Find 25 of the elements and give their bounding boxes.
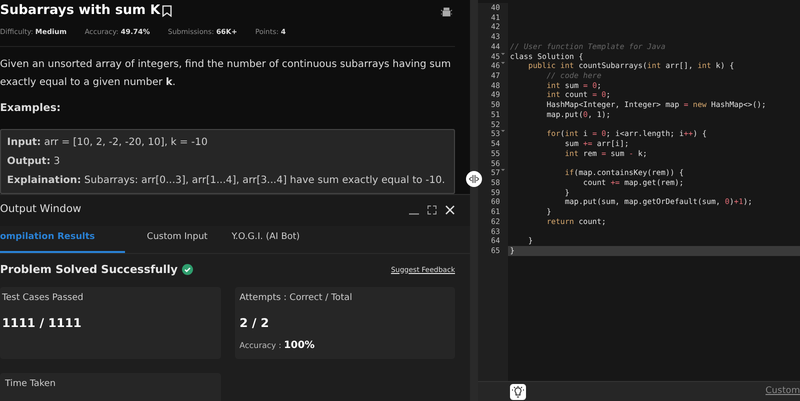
bookmark-icon[interactable] — [162, 5, 172, 17]
example-line: Input: arr = [10, 2, -2, -20, 10], k = -10 — [7, 136, 209, 150]
card-label: Attempts : Correct / Total — [240, 292, 354, 305]
card-label: Test Cases Passed — [2, 292, 84, 305]
output-tab[interactable]: ompilation Results — [0, 231, 125, 253]
custom-link[interactable]: Custom — [766, 384, 800, 398]
hint-button[interactable] — [510, 384, 526, 400]
resize-arrows-icon — [469, 175, 479, 183]
lightbulb-icon — [512, 386, 524, 398]
expand-icon[interactable] — [427, 205, 437, 216]
example-line: Explaination: Subarrays: arr[0...3], arr[1...4], arr[3...4] have sum exactly equal to -10. — [7, 174, 446, 188]
status-message: Problem Solved Successfully — [0, 262, 178, 278]
output-window-title: Output Window — [0, 202, 82, 218]
check-circle-icon — [182, 264, 193, 276]
problem-description: Given an unsorted array of integers, find the number of continuous subarrays having sum exactly equal to a given number k. — [0, 58, 452, 90]
card-value: 1111 / 1111 — [2, 315, 83, 332]
output-tab[interactable]: Y.O.G.I. (AI Bot) — [232, 231, 302, 253]
close-icon[interactable] — [445, 205, 455, 216]
accuracy-text: Accuracy : 100% — [240, 339, 316, 354]
output-tab[interactable]: Custom Input — [146, 231, 210, 253]
card-value: 2 / 2 — [240, 315, 270, 332]
card-label: Time Taken — [5, 378, 57, 391]
examples-heading: Examples: — [0, 101, 62, 116]
example-line: Output: 3 — [7, 154, 62, 169]
problem-title: Subarrays with sum K — [0, 2, 160, 20]
